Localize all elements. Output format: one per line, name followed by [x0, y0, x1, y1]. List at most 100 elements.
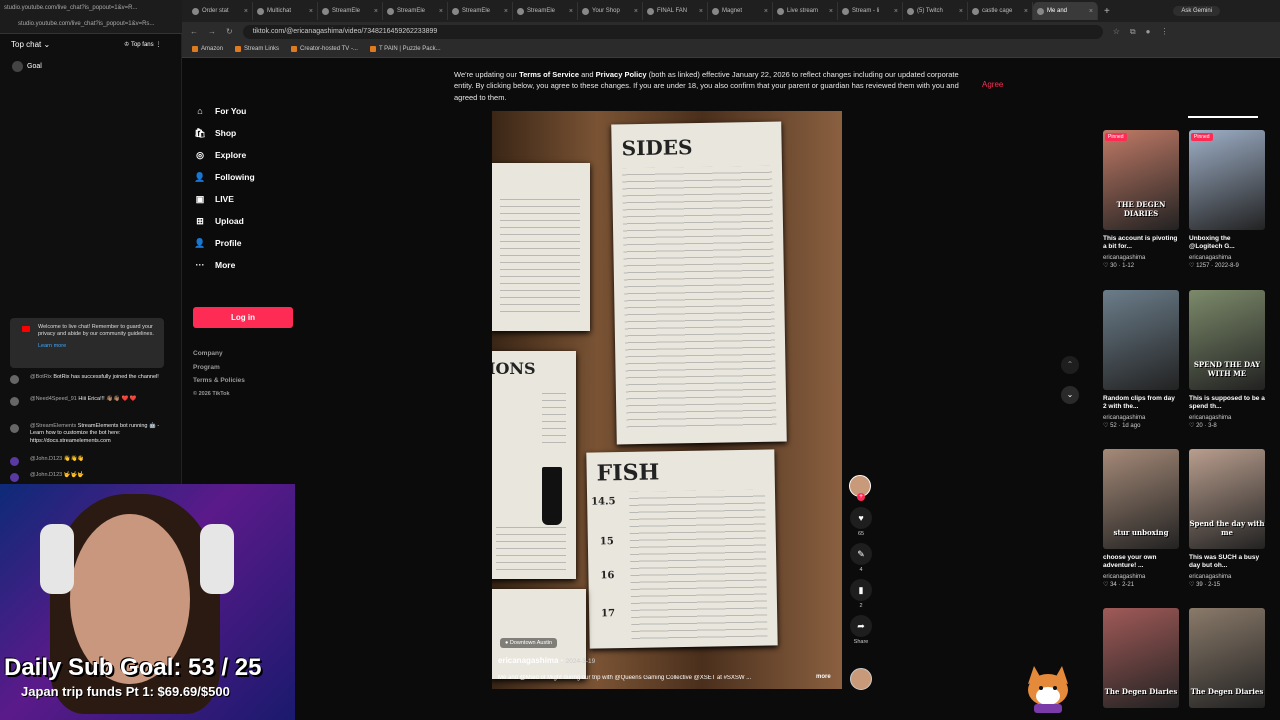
music-disc-avatar[interactable] — [850, 668, 872, 690]
video-card[interactable]: The Degen Diaries — [1103, 608, 1179, 708]
browser-tab[interactable]: StreamEle × — [448, 2, 513, 20]
goal-chip[interactable]: Goal — [12, 61, 42, 72]
nav-item-upload[interactable]: ⊞ Upload — [193, 210, 303, 232]
close-icon[interactable]: × — [504, 8, 508, 15]
browser-tab[interactable]: StreamEle × — [513, 2, 578, 20]
video-author[interactable]: ericanagashima — [1189, 415, 1265, 421]
save-action[interactable]: ▮ 2 — [849, 579, 873, 609]
share-action[interactable]: ➦ Share — [849, 615, 873, 645]
video-author[interactable]: ericanagashima — [1103, 415, 1179, 421]
share-icon[interactable]: ➦ — [850, 615, 872, 637]
bookmark-item[interactable]: T PAIN | Puzzle Pack... — [369, 46, 441, 52]
video-author[interactable]: ericanagashima — [1103, 574, 1179, 580]
footer-link[interactable]: Company — [193, 347, 245, 361]
video-card[interactable]: Pinned THE DEGEN DIARIES This account is p… — [1103, 130, 1179, 269]
like-action[interactable]: ♥ 65 — [849, 507, 873, 537]
video-thumbnail[interactable]: Spend the day with me — [1189, 449, 1265, 549]
browser-tab[interactable]: Stream - li × — [838, 2, 903, 20]
close-icon[interactable]: × — [699, 8, 703, 15]
more-button[interactable]: more — [816, 674, 831, 680]
agree-button[interactable]: Agree — [982, 80, 1003, 89]
video-title[interactable]: This account is pivoting a bit for... — [1103, 235, 1179, 253]
close-icon[interactable]: × — [439, 8, 443, 15]
video-author[interactable]: ericanagashima · 2024-3-19 — [498, 656, 595, 665]
video-thumbnail[interactable] — [1103, 290, 1179, 390]
video-title[interactable]: Random clips from day 2 with the... — [1103, 395, 1179, 413]
browser-tab[interactable]: StreamEle × — [318, 2, 383, 20]
video-title[interactable]: This is supposed to be a spend th... — [1189, 395, 1265, 413]
browser-tab[interactable]: Live stream × — [773, 2, 838, 20]
video-author[interactable]: ericanagashima — [1189, 255, 1265, 261]
reload-icon[interactable]: ↻ — [226, 27, 233, 36]
close-icon[interactable]: × — [829, 8, 833, 15]
browser-tab[interactable]: (5) Twitch × — [903, 2, 968, 20]
browser-tab[interactable]: castle cage × — [968, 2, 1033, 20]
bookmark-item[interactable]: Stream Links — [235, 46, 279, 52]
close-icon[interactable]: × — [1024, 8, 1028, 15]
bookmark-star-icon[interactable]: ☆ — [1113, 27, 1120, 36]
video-title[interactable]: Unboxing the @Logitech G... — [1189, 235, 1265, 253]
browser-menu-icon[interactable]: ⋮ — [1160, 27, 1168, 36]
chevron-up-icon[interactable]: ⌃ — [1061, 356, 1079, 374]
close-icon[interactable]: × — [764, 8, 768, 15]
nav-item-explore[interactable]: ◎ Explore — [193, 144, 303, 166]
back-icon[interactable]: ← — [190, 27, 198, 36]
top-chat-dropdown[interactable]: Top chat ⌄ — [11, 40, 50, 49]
close-icon[interactable]: × — [309, 8, 313, 15]
terms-of-service-link[interactable]: Terms of Service — [519, 70, 579, 79]
location-tag[interactable]: ● Downtown Austin — [500, 638, 558, 648]
login-button[interactable]: Log in — [193, 307, 293, 328]
nav-item-live[interactable]: ▣ LIVE — [193, 188, 303, 210]
video-thumbnail[interactable]: The Degen Diaries — [1189, 608, 1265, 708]
footer-link[interactable]: Terms & Policies — [193, 374, 245, 388]
browser-tab[interactable]: Me and × — [1033, 2, 1098, 20]
bookmark-item[interactable]: Amazon — [192, 46, 223, 52]
close-icon[interactable]: × — [374, 8, 378, 15]
video-thumbnail[interactable]: Pinned — [1189, 130, 1265, 230]
close-icon[interactable]: × — [1089, 8, 1093, 15]
comment-action[interactable]: ✎ 4 — [849, 543, 873, 573]
nav-item-following[interactable]: 👤 Following — [193, 166, 303, 188]
follow-plus-icon[interactable]: + — [857, 493, 865, 501]
profile-avatar-icon[interactable]: ● — [1146, 27, 1151, 36]
bookmark-icon[interactable]: ▮ — [850, 579, 872, 601]
chevron-down-icon[interactable]: ⌄ — [1061, 386, 1079, 404]
nav-item-shop[interactable]: 🛍 Shop — [193, 122, 303, 144]
bookmark-item[interactable]: Creator-hosted TV -... — [291, 46, 358, 52]
browser-tab[interactable]: Your Shop × — [578, 2, 643, 20]
browser-tab[interactable]: FINAL FAN × — [643, 2, 708, 20]
creator-avatar[interactable]: + — [849, 475, 871, 501]
close-icon[interactable]: × — [959, 8, 963, 15]
video-card[interactable]: Random clips from day 2 with the... erica… — [1103, 290, 1179, 429]
nav-item-profile[interactable]: 👤 Profile — [193, 232, 303, 254]
video-thumbnail[interactable]: SPEND THE DAY WITH ME — [1189, 290, 1265, 390]
video-card[interactable]: Pinned Unboxing the @Logitech G... ericana… — [1189, 130, 1265, 269]
address-bar[interactable]: tiktok.com/@ericanagashima/video/7348216… — [242, 24, 1103, 39]
learn-more-link[interactable]: Learn more — [38, 343, 158, 350]
video-thumbnail[interactable]: stur unboxing — [1103, 449, 1179, 549]
kebab-menu-icon[interactable]: ⋮ — [155, 42, 161, 48]
ask-gemini-button[interactable]: Ask Gemini — [1173, 6, 1220, 16]
video-player[interactable]: SIDES IONS FISH 14.5 15 16 17 — [492, 111, 842, 689]
browser-tab[interactable]: Order stat × — [188, 2, 253, 20]
video-card[interactable]: stur unboxing choose your own adventure! … — [1103, 449, 1179, 588]
nav-item-more[interactable]: ··· More — [193, 254, 303, 276]
video-card[interactable]: SPEND THE DAY WITH ME This is supposed to… — [1189, 290, 1265, 429]
forward-icon[interactable]: → — [208, 27, 216, 36]
heart-icon[interactable]: ♥ — [850, 507, 872, 529]
close-icon[interactable]: × — [634, 8, 638, 15]
video-author[interactable]: ericanagashima — [1189, 574, 1265, 580]
browser-tab[interactable]: Multichat × — [253, 2, 318, 20]
comment-icon[interactable]: ✎ — [850, 543, 872, 565]
video-card[interactable]: The Degen Diaries — [1189, 608, 1265, 708]
close-icon[interactable]: × — [894, 8, 898, 15]
video-title[interactable]: This was SUCH a busy day but oh... — [1189, 554, 1265, 572]
video-title[interactable]: choose your own adventure! ... — [1103, 554, 1179, 572]
nav-item-for-you[interactable]: ⌂ For You — [193, 100, 303, 122]
extensions-icon[interactable]: ⧉ — [1130, 27, 1136, 37]
privacy-policy-link[interactable]: Privacy Policy — [596, 70, 647, 79]
video-thumbnail[interactable]: The Degen Diaries — [1103, 608, 1179, 708]
top-fans-button[interactable]: ♔ Top fans ⋮ — [124, 41, 161, 48]
close-icon[interactable]: × — [569, 8, 573, 15]
video-card[interactable]: Spend the day with me This was SUCH a bus… — [1189, 449, 1265, 588]
